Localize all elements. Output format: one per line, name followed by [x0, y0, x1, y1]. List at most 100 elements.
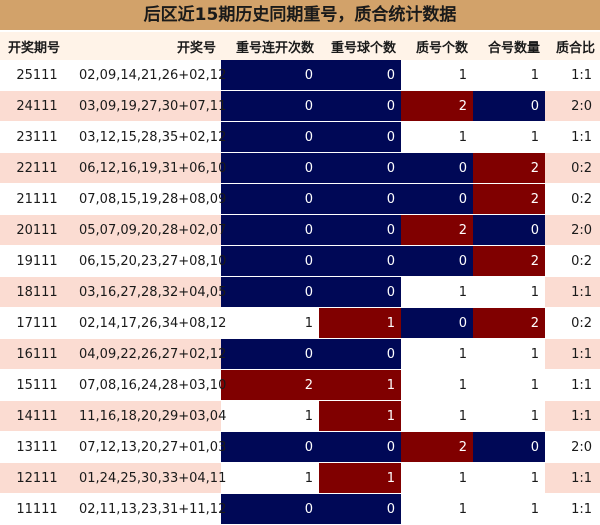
stats-table: 开奖期号 开奖号 重号连开次数 重号球个数 质号个数 合号数量 质合比 2511…	[0, 32, 600, 525]
issue-cell: 23111	[0, 121, 74, 153]
table-row: 19111 06,15,20,23,27+08,10 0 0 0 2 0:2	[0, 245, 600, 277]
repeat-count-cell: 1	[221, 400, 319, 432]
composite-count-cell: 1	[473, 462, 545, 494]
table-row: 22111 06,12,16,19,31+06,10 0 0 0 2 0:2	[0, 152, 600, 184]
composite-count-cell: 2	[473, 183, 545, 215]
prime-count-cell: 1	[401, 338, 473, 370]
numbers-cell: 03,16,27,28,32+04,05	[74, 276, 226, 308]
composite-count-cell: 0	[473, 90, 545, 122]
prime-count-cell: 2	[401, 90, 473, 122]
composite-count-cell: 1	[473, 400, 545, 432]
composite-count-cell: 1	[473, 121, 545, 153]
repeat-count-cell: 0	[221, 431, 319, 463]
repeat-balls-cell: 0	[319, 90, 401, 122]
repeat-balls-cell: 1	[319, 369, 401, 401]
repeat-balls-cell: 1	[319, 307, 401, 339]
page-title: 后区近15期历史同期重号，质合统计数据	[0, 0, 600, 30]
ratio-cell: 1:1	[545, 493, 600, 525]
header-repeat-balls: 重号球个数	[319, 32, 401, 60]
issue-cell: 15111	[0, 369, 74, 401]
repeat-count-cell: 0	[221, 152, 319, 184]
prime-count-cell: 0	[401, 183, 473, 215]
ratio-cell: 2:0	[545, 431, 600, 463]
prime-count-cell: 0	[401, 307, 473, 339]
issue-cell: 24111	[0, 90, 74, 122]
prime-count-cell: 1	[401, 462, 473, 494]
numbers-cell: 06,12,16,19,31+06,10	[74, 152, 226, 184]
prime-count-cell: 1	[401, 369, 473, 401]
stats-panel: 后区近15期历史同期重号，质合统计数据 开奖期号 开奖号 重号连开次数 重号球个…	[0, 0, 600, 525]
repeat-count-cell: 0	[221, 121, 319, 153]
composite-count-cell: 1	[473, 60, 545, 91]
issue-cell: 13111	[0, 431, 74, 463]
numbers-cell: 06,15,20,23,27+08,10	[74, 245, 226, 277]
table-row: 24111 03,09,19,27,30+07,11 0 0 2 0 2:0	[0, 90, 600, 122]
repeat-count-cell: 0	[221, 276, 319, 308]
table-row: 11111 02,11,13,23,31+11,12 0 0 1 1 1:1	[0, 493, 600, 525]
repeat-balls-cell: 0	[319, 60, 401, 91]
issue-cell: 12111	[0, 462, 74, 494]
prime-count-cell: 1	[401, 400, 473, 432]
numbers-cell: 07,08,15,19,28+08,09	[74, 183, 226, 215]
table-body: 25111 02,09,14,21,26+02,12 0 0 1 1 1:1 24111 03,…	[0, 60, 600, 525]
repeat-count-cell: 0	[221, 338, 319, 370]
numbers-cell: 04,09,22,26,27+02,12	[74, 338, 226, 370]
repeat-count-cell: 0	[221, 60, 319, 91]
ratio-cell: 0:2	[545, 245, 600, 277]
header-ratio: 质合比	[545, 32, 600, 60]
repeat-balls-cell: 1	[319, 400, 401, 432]
repeat-balls-cell: 0	[319, 276, 401, 308]
composite-count-cell: 0	[473, 214, 545, 246]
repeat-balls-cell: 0	[319, 338, 401, 370]
prime-count-cell: 2	[401, 214, 473, 246]
repeat-balls-cell: 0	[319, 183, 401, 215]
numbers-cell: 02,14,17,26,34+08,12	[74, 307, 226, 339]
ratio-cell: 1:1	[545, 338, 600, 370]
composite-count-cell: 1	[473, 493, 545, 525]
header-numbers: 开奖号	[74, 32, 221, 60]
ratio-cell: 2:0	[545, 214, 600, 246]
ratio-cell: 1:1	[545, 60, 600, 91]
repeat-count-cell: 1	[221, 307, 319, 339]
ratio-cell: 1:1	[545, 400, 600, 432]
header-prime: 质号个数	[401, 32, 473, 60]
prime-count-cell: 0	[401, 152, 473, 184]
table-row: 13111 07,12,13,20,27+01,03 0 0 2 0 2:0	[0, 431, 600, 463]
composite-count-cell: 1	[473, 369, 545, 401]
table-row: 15111 07,08,16,24,28+03,10 2 1 1 1 1:1	[0, 369, 600, 401]
repeat-balls-cell: 0	[319, 245, 401, 277]
prime-count-cell: 2	[401, 431, 473, 463]
issue-cell: 25111	[0, 60, 74, 91]
prime-count-cell: 1	[401, 121, 473, 153]
ratio-cell: 0:2	[545, 152, 600, 184]
repeat-balls-cell: 1	[319, 462, 401, 494]
composite-count-cell: 0	[473, 431, 545, 463]
numbers-cell: 07,08,16,24,28+03,10	[74, 369, 226, 401]
table-row: 18111 03,16,27,28,32+04,05 0 0 1 1 1:1	[0, 276, 600, 308]
repeat-count-cell: 2	[221, 369, 319, 401]
composite-count-cell: 1	[473, 276, 545, 308]
table-row: 21111 07,08,15,19,28+08,09 0 0 0 2 0:2	[0, 183, 600, 215]
table-row: 23111 03,12,15,28,35+02,12 0 0 1 1 1:1	[0, 121, 600, 153]
ratio-cell: 1:1	[545, 121, 600, 153]
repeat-balls-cell: 0	[319, 152, 401, 184]
ratio-cell: 1:1	[545, 276, 600, 308]
repeat-count-cell: 0	[221, 90, 319, 122]
composite-count-cell: 2	[473, 245, 545, 277]
header-repeat-count: 重号连开次数	[221, 32, 319, 60]
numbers-cell: 01,24,25,30,33+04,11	[74, 462, 226, 494]
repeat-balls-cell: 0	[319, 431, 401, 463]
numbers-cell: 03,12,15,28,35+02,12	[74, 121, 226, 153]
prime-count-cell: 0	[401, 245, 473, 277]
header-composite: 合号数量	[473, 32, 545, 60]
issue-cell: 19111	[0, 245, 74, 277]
ratio-cell: 0:2	[545, 307, 600, 339]
issue-cell: 21111	[0, 183, 74, 215]
repeat-count-cell: 0	[221, 493, 319, 525]
composite-count-cell: 1	[473, 338, 545, 370]
table-row: 20111 05,07,09,20,28+02,07 0 0 2 0 2:0	[0, 214, 600, 246]
composite-count-cell: 2	[473, 152, 545, 184]
issue-cell: 14111	[0, 400, 74, 432]
numbers-cell: 07,12,13,20,27+01,03	[74, 431, 226, 463]
prime-count-cell: 1	[401, 60, 473, 91]
